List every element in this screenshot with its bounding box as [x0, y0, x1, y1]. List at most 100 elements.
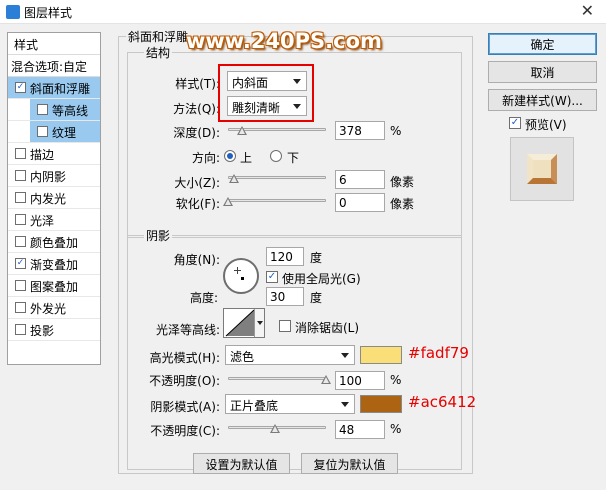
style-label: 样式(T): [175, 77, 220, 91]
style-list-item-label: 投影 [30, 324, 55, 338]
style-list-checkbox[interactable]: ✓ [15, 82, 26, 93]
depth-input[interactable]: 378 [335, 121, 385, 140]
shadow-color-swatch[interactable] [360, 395, 402, 413]
highlight-mode-label: 高光模式(H): [149, 351, 220, 365]
style-list-checkbox[interactable] [15, 148, 26, 159]
style-list-item[interactable]: 内发光 [8, 187, 100, 209]
style-list-item[interactable]: 等高线 [8, 99, 100, 121]
close-icon[interactable]: ✕ [581, 1, 594, 20]
highlight-opacity-slider-thumb[interactable] [321, 375, 331, 384]
highlight-color-swatch[interactable] [360, 346, 402, 364]
anti-alias-checkbox[interactable] [279, 320, 291, 332]
direction-label: 方向: [191, 151, 220, 165]
ok-button[interactable]: 确定 [488, 33, 597, 55]
shading-title: 阴影 [144, 227, 173, 244]
style-list-item[interactable]: ✓ 渐变叠加 [8, 253, 100, 275]
style-list-item[interactable]: 图案叠加 [8, 275, 100, 297]
cancel-button[interactable]: 取消 [488, 61, 597, 83]
style-list-item-label: 颜色叠加 [30, 236, 79, 250]
style-list: 样式 混合选项:自定 ✓ 斜面和浮雕等高线纹理 描边内阴影内发光光泽颜色叠加 ✓ 渐变叠… [7, 32, 101, 365]
altitude-label: 高度: [189, 291, 218, 305]
style-preview-thumbnail [510, 137, 574, 201]
highlight-opacity-slider[interactable] [228, 377, 326, 380]
style-list-checkbox[interactable] [15, 236, 26, 247]
altitude-unit: 度 [310, 291, 323, 305]
shadow-color-annotation: #ac6412 [408, 393, 477, 411]
depth-slider-thumb[interactable] [236, 126, 247, 135]
new-style-button[interactable]: 新建样式(W)... [488, 89, 597, 111]
style-list-checkbox[interactable]: ✓ [15, 258, 26, 269]
size-slider[interactable] [228, 176, 326, 179]
direction-down-radio[interactable] [270, 150, 282, 162]
direction-up-radio[interactable] [224, 150, 236, 162]
style-list-item[interactable]: 光泽 [8, 209, 100, 231]
title-bar: 图层样式 ✕ [0, 0, 606, 24]
style-list-item-label: 渐变叠加 [30, 258, 79, 272]
highlight-frame [218, 64, 314, 122]
soften-input[interactable]: 0 [335, 193, 385, 212]
highlight-opacity-input[interactable]: 100 [335, 371, 385, 390]
structure-title: 结构 [144, 44, 173, 61]
style-list-checkbox[interactable] [15, 170, 26, 181]
soften-slider[interactable] [228, 199, 326, 202]
gloss-contour-picker[interactable] [223, 308, 265, 338]
global-light-checkbox[interactable]: ✓ [266, 271, 278, 283]
shadow-opacity-unit: % [390, 422, 402, 436]
style-list-checkbox[interactable] [15, 214, 26, 225]
angle-label: 角度(N): [173, 253, 220, 267]
highlight-mode-value: 滤色 [230, 350, 255, 364]
highlight-opacity-unit: % [390, 373, 402, 387]
style-list-checkbox[interactable] [37, 126, 48, 137]
altitude-input[interactable]: 30 [266, 287, 304, 306]
style-list-checkbox[interactable] [15, 302, 26, 313]
soften-label: 软化(F): [175, 197, 220, 211]
style-list-item[interactable]: 投影 [8, 319, 100, 341]
direction-down-label[interactable]: 下 [287, 149, 299, 166]
angle-dial[interactable] [223, 258, 259, 294]
dialog-body: 样式 混合选项:自定 ✓ 斜面和浮雕等高线纹理 描边内阴影内发光光泽颜色叠加 ✓ 渐变叠… [0, 24, 606, 490]
chevron-down-icon [341, 353, 349, 358]
shadow-mode-label: 阴影模式(A): [150, 400, 220, 414]
global-light-label[interactable]: 使用全局光(G) [282, 270, 361, 287]
reset-default-button[interactable]: 复位为默认值 [301, 453, 398, 474]
shadow-mode-select[interactable]: 正片叠底 [225, 394, 355, 414]
style-list-checkbox[interactable] [15, 280, 26, 291]
depth-label: 深度(D): [173, 126, 220, 140]
direction-up-label[interactable]: 上 [240, 149, 252, 166]
shadow-opacity-slider-thumb[interactable] [270, 424, 281, 433]
style-list-item[interactable]: ✓ 斜面和浮雕 [8, 77, 100, 99]
style-list-checkbox[interactable] [15, 324, 26, 335]
size-label: 大小(Z): [174, 176, 220, 190]
size-input[interactable]: 6 [335, 170, 385, 189]
watermark: www.240PS.com [186, 29, 382, 53]
preview-label[interactable]: 预览(V) [525, 116, 567, 133]
highlight-mode-select[interactable]: 滤色 [225, 345, 355, 365]
make-default-button[interactable]: 设置为默认值 [193, 453, 290, 474]
style-list-item[interactable]: 颜色叠加 [8, 231, 100, 253]
style-list-header[interactable]: 样式 [8, 33, 100, 55]
style-list-checkbox[interactable] [37, 104, 48, 115]
shadow-mode-value: 正片叠底 [230, 399, 279, 413]
shadow-opacity-input[interactable]: 48 [335, 420, 385, 439]
blend-options-item[interactable]: 混合选项:自定 [8, 55, 100, 77]
preview-checkbox[interactable]: ✓ [509, 117, 521, 129]
soften-slider-thumb[interactable] [223, 197, 233, 206]
style-list-item[interactable]: 外发光 [8, 297, 100, 319]
window-title: 图层样式 [24, 6, 73, 20]
style-list-item-label: 等高线 [52, 104, 89, 118]
style-list-item-label: 斜面和浮雕 [30, 82, 91, 96]
anti-alias-label[interactable]: 消除锯齿(L) [295, 319, 359, 336]
angle-input[interactable]: 120 [266, 247, 304, 266]
style-list-item[interactable]: 纹理 [8, 121, 100, 143]
size-slider-thumb[interactable] [228, 174, 239, 183]
style-list-item[interactable]: 描边 [8, 143, 100, 165]
style-list-item[interactable]: 内阴影 [8, 165, 100, 187]
style-list-item-label: 光泽 [30, 214, 55, 228]
contour-dropdown-arrow-icon[interactable] [254, 309, 264, 337]
style-list-checkbox[interactable] [15, 192, 26, 203]
shadow-opacity-label: 不透明度(C): [150, 424, 220, 438]
depth-unit: % [390, 124, 402, 138]
soften-unit: 像素 [390, 197, 415, 211]
style-list-item-label: 内发光 [30, 192, 67, 206]
style-list-item-label: 内阴影 [30, 170, 67, 184]
